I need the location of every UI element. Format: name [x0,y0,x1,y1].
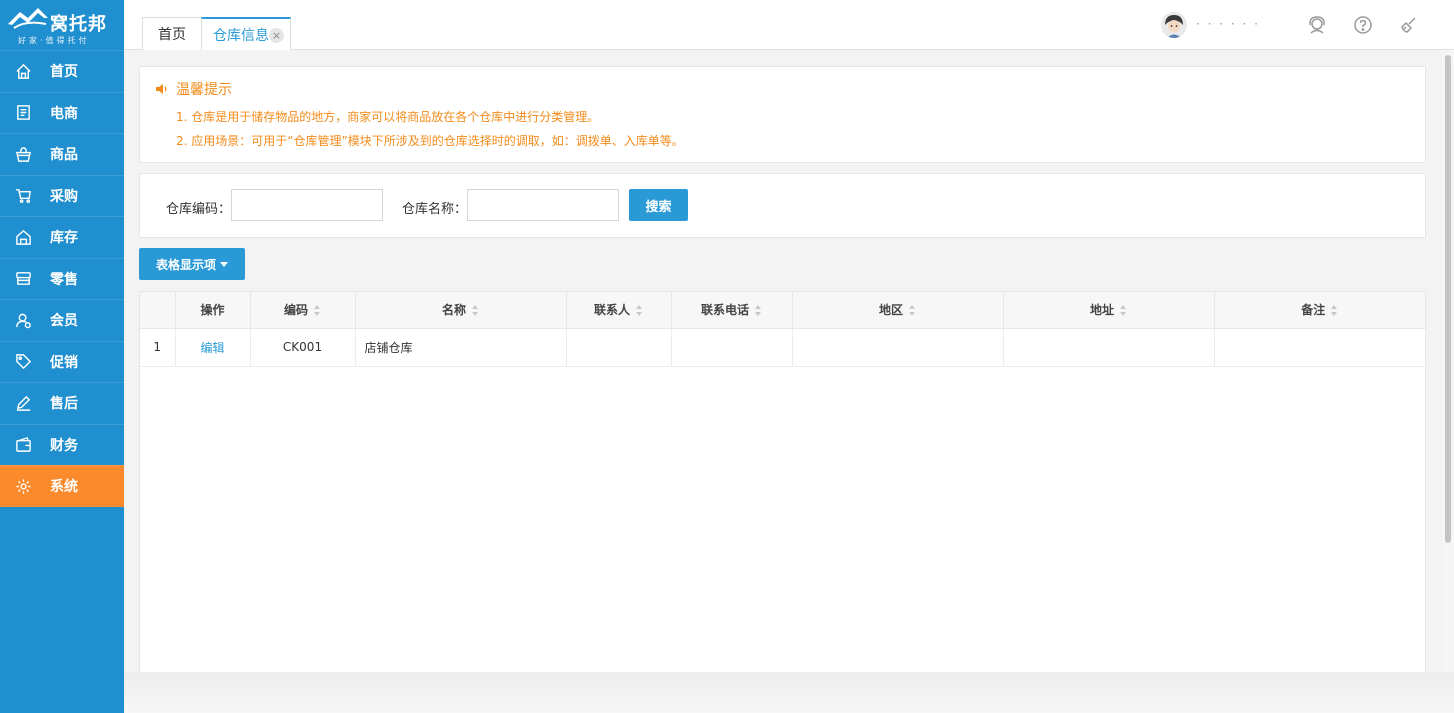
tab-label: 仓库信息 [213,27,269,44]
avatar[interactable] [1161,12,1187,38]
store-icon [14,270,32,288]
sidebar-item-finance[interactable]: 财务 [0,423,124,466]
column-action: 操作 [175,292,251,329]
sidebar-item-label: 电商 [50,105,78,122]
sidebar-item-inventory[interactable]: 库存 [0,216,124,258]
sidebar-item-label: 售后 [50,396,78,413]
speaker-icon [156,84,167,94]
basket-icon [14,145,32,163]
logo[interactable]: 窝托邦 好家·值得托付 [0,0,124,50]
row-action: 编辑 [175,328,251,367]
column-remark[interactable]: 备注 [1214,292,1425,329]
column-address[interactable]: 地址 [1003,292,1215,329]
column-phone[interactable]: 联系电话 [671,292,793,329]
sidebar-item-label: 财务 [50,437,78,454]
document-icon [14,104,32,122]
tips-line: 2. 应用场景：可用于“仓库管理”模块下所涉及到的仓库选择时的调取，如：调拨单、… [176,134,684,148]
sidebar-item-retail[interactable]: 零售 [0,257,124,300]
search-panel: 仓库编码： 仓库名称： 搜索 [139,173,1426,238]
sidebar-item-ecommerce[interactable]: 电商 [0,91,124,134]
close-icon[interactable]: × [269,28,284,43]
gear-icon [14,477,32,495]
sort-icon[interactable] [1120,305,1127,317]
top-bar: 首页 仓库信息 × · · · · · · [124,0,1454,50]
tab-warehouse-info[interactable]: 仓库信息 × [201,17,291,50]
tips-panel: 温馨提示 1. 仓库是用于储存物品的地方，商家可以将商品放在各个仓库中进行分类管… [139,66,1426,163]
table-columns-button[interactable]: 表格显示项 [139,248,245,280]
bottom-bar [124,672,1454,713]
brand-name: 窝托邦 [50,14,107,35]
row-remark [1214,328,1425,367]
caret-down-icon [220,261,228,267]
warehouse-code-input[interactable] [231,189,383,221]
logo-house-icon [8,8,48,29]
tips-title: 温馨提示 [155,79,232,99]
column-name[interactable]: 名称 [355,292,567,329]
main-content: 温馨提示 1. 仓库是用于储存物品的地方，商家可以将商品放在各个仓库中进行分类管… [124,50,1442,672]
help-icon[interactable] [1352,14,1374,36]
tab-home[interactable]: 首页 [142,17,202,50]
row-code: CK001 [250,328,356,367]
scrollbar-thumb[interactable] [1445,55,1451,543]
brand-slogan: 好家·值得托付 [18,36,90,45]
sort-icon[interactable] [472,305,479,317]
row-name: 店铺仓库 [355,328,567,367]
row-phone [671,328,793,367]
column-code[interactable]: 编码 [250,292,356,329]
column-contact[interactable]: 联系人 [566,292,672,329]
sidebar-item-goods[interactable]: 商品 [0,133,124,175]
tips-line: 1. 仓库是用于储存物品的地方，商家可以将商品放在各个仓库中进行分类管理。 [176,110,600,124]
column-region[interactable]: 地区 [792,292,1004,329]
sidebar-item-label: 零售 [50,271,78,288]
table-header-row: 操作 编码 名称 联系人 联系电话 地区 地址 备注 [140,292,1425,329]
sidebar-item-label: 商品 [50,147,78,164]
sort-icon[interactable] [1331,305,1338,317]
warehouse-name-input[interactable] [467,189,619,221]
pen-icon [14,394,32,412]
column-index [140,292,176,329]
edit-link[interactable]: 编辑 [200,341,224,355]
code-label: 仓库编码： [166,202,232,217]
sidebar-item-promotion[interactable]: 促销 [0,340,124,383]
table-row: 1 编辑 CK001 店铺仓库 [140,328,1425,367]
username[interactable]: · · · · · · [1196,17,1260,31]
row-contact [566,328,672,367]
tab-label: 首页 [158,27,186,43]
name-label: 仓库名称： [402,202,468,217]
sidebar-item-home[interactable]: 首页 [0,50,124,92]
sidebar-item-member[interactable]: 会员 [0,299,124,341]
sidebar-item-label: 库存 [50,230,78,247]
warehouse-table: 操作 编码 名称 联系人 联系电话 地区 地址 备注 1 编辑 CK001 店铺… [139,291,1426,672]
sort-icon[interactable] [314,305,321,317]
sidebar-item-label: 系统 [50,479,78,496]
row-address [1003,328,1215,367]
table-columns-label: 表格显示项 [155,257,216,272]
sidebar-item-purchase[interactable]: 采购 [0,174,124,217]
search-button[interactable]: 搜索 [629,189,688,221]
sidebar: 窝托邦 好家·值得托付 首页 电商 商品 采购 库存 零售 会员 促销 售后 财… [0,0,124,713]
sidebar-item-system[interactable]: 系统 [0,465,124,507]
sort-icon[interactable] [909,305,916,317]
support-icon[interactable] [1306,14,1328,36]
sort-icon[interactable] [636,305,643,317]
wallet-icon [14,436,32,454]
sidebar-item-label: 会员 [50,313,78,330]
row-index: 1 [140,328,176,367]
cart-icon [14,187,32,205]
scrollbar[interactable] [1442,50,1454,672]
home-icon [14,62,32,80]
member-icon [14,311,32,329]
sidebar-item-label: 促销 [50,354,78,371]
clean-cache-icon[interactable] [1398,14,1420,36]
warehouse-icon [14,228,32,246]
sidebar-item-label: 首页 [50,64,78,81]
sort-icon[interactable] [755,305,762,317]
sidebar-item-aftersale[interactable]: 售后 [0,382,124,424]
sidebar-item-label: 采购 [50,188,78,205]
row-region [792,328,1004,367]
tag-icon [14,353,32,371]
